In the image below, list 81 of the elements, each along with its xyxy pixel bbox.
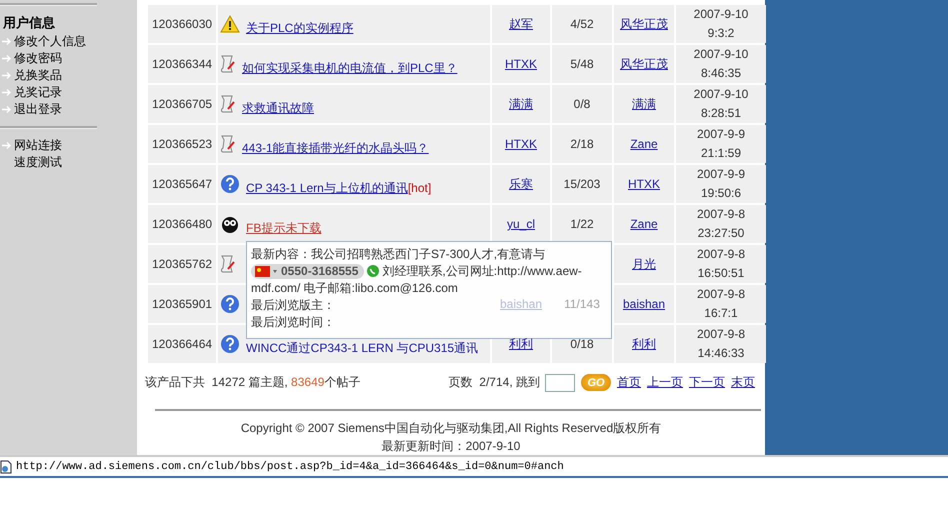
reply-count: 5/48 — [570, 57, 594, 71]
reply-count: 2/18 — [570, 137, 594, 151]
last-poster-link[interactable]: 风华正茂 — [620, 56, 668, 72]
topic-id: 120366344 — [151, 57, 212, 71]
author-link[interactable]: 赵军 — [509, 16, 533, 32]
author-link[interactable]: 乐寒 — [509, 176, 533, 192]
update-date: 最新更新时间：2007-9-10 — [382, 438, 520, 455]
tooltip-label: 最后浏览版主： — [251, 297, 335, 313]
post-date: 2007-9-8 16:50:51 — [696, 246, 746, 282]
owl-icon — [220, 214, 240, 234]
topic-link[interactable]: CP 343-1 Lern与上位机的通讯 — [246, 180, 408, 196]
last-poster-link[interactable]: Zane — [630, 217, 658, 231]
post-date: 2007-9-9 19:50:6 — [696, 166, 746, 202]
flag-icon — [255, 266, 277, 276]
reply-count: 4/52 — [570, 17, 594, 31]
topic-link[interactable]: 关于PLC的实例程序 — [246, 20, 354, 36]
phone-icon — [367, 265, 380, 277]
sidebar-item[interactable]: 兑奖记录 — [14, 84, 62, 101]
topic-summary: 该产品下共 14272 篇主题, 83649个帖子 — [145, 374, 360, 392]
topic-id: 120365647 — [151, 177, 212, 191]
last-poster-link[interactable]: Zane — [630, 137, 658, 151]
last-poster-link[interactable]: HTXK — [628, 177, 660, 191]
tooltip-label: 最后浏览时间： — [251, 314, 335, 330]
sidebar-item[interactable]: 网站连接 — [14, 137, 62, 154]
author-link[interactable]: HTXK — [504, 137, 537, 151]
author-link[interactable]: yu_cl — [506, 217, 535, 231]
pager-link[interactable]: 末页 — [731, 374, 755, 392]
tooltip-text: 最新内容：我公司招聘熟悉西门子S7-300人才,有意请与 — [251, 246, 546, 262]
question-icon — [220, 334, 240, 354]
post-date: 2007-9-8 16:7:1 — [696, 286, 746, 322]
pager-link[interactable]: 上一页 — [647, 374, 683, 392]
topic-id: 120365901 — [151, 297, 212, 311]
author-link[interactable]: HTXK — [504, 57, 537, 71]
tooltip-text: mdf.com/ 电子邮箱:libo.com@126.com — [251, 280, 458, 296]
topic-link[interactable]: 如何实现采集电机的电流值，到PLC里？ — [242, 60, 458, 76]
question-icon — [220, 294, 240, 314]
reply-count: 0/8 — [574, 97, 590, 111]
warning-icon — [220, 15, 240, 33]
author-link[interactable]: 满满 — [509, 96, 533, 112]
sidebar-heading: 用户信息 — [2, 14, 56, 32]
reply-count: 1/22 — [570, 217, 594, 231]
last-poster-link[interactable]: 月光 — [632, 256, 656, 272]
topic-id: 120366030 — [151, 17, 212, 31]
last-poster-link[interactable]: 满满 — [632, 96, 656, 112]
topic-link[interactable]: 443-1能直接插带光纤的水晶头吗？ — [242, 140, 429, 156]
sidebar-item[interactable]: 修改密码 — [14, 50, 62, 67]
topic-id: 120366523 — [151, 137, 212, 151]
topic-id: 120366480 — [151, 217, 212, 231]
page-info: 页数 2/714, 跳到 — [448, 374, 540, 392]
post-date: 2007-9-8 23:27:50 — [696, 206, 746, 242]
pager-link[interactable]: 首页 — [617, 374, 641, 392]
last-poster-link[interactable]: baishan — [622, 297, 666, 311]
pager-link[interactable]: 下一页 — [689, 374, 725, 392]
last-poster-link[interactable]: 利利 — [632, 336, 656, 352]
reply-count: 11/143 — [564, 297, 600, 311]
copyright-text: Copyright © 2007 Siemens中国自动化与驱动集团,All Rights Reserved版权所有 — [240, 420, 662, 437]
status-url: http://www.ad.siemens.com.cn/club/bbs/post.asp?b_id=4&a_id=366464&s_id=0&num=0#anch — [16, 460, 564, 472]
sidebar-item[interactable]: 退出登录 — [14, 101, 62, 118]
page-input[interactable] — [545, 374, 575, 392]
reply-count: 15/203 — [564, 177, 600, 191]
post-date: 2007-9-8 14:46:33 — [696, 326, 746, 362]
topic-link[interactable]: FB提示未下载 — [246, 220, 322, 236]
post-date: 2007-9-10 9:3:2 — [694, 6, 748, 42]
tooltip-text: 刘经理联系,公司网址:http://www.aew- — [382, 263, 582, 279]
question-icon — [220, 174, 240, 194]
post-date: 2007-9-9 21:1:59 — [696, 126, 746, 162]
sidebar-item[interactable]: 兑换奖品 — [14, 67, 62, 84]
sidebar-item[interactable]: 修改个人信息 — [14, 33, 86, 50]
reply-count: 0/18 — [570, 337, 594, 351]
phone-badge: 0550-3168555 — [251, 264, 364, 278]
author-link[interactable]: 利利 — [509, 336, 533, 352]
post-date: 2007-9-10 8:46:35 — [694, 46, 748, 82]
topic-link[interactable]: 求救通讯故障 — [242, 100, 314, 116]
topic-id: 120366705 — [151, 97, 212, 111]
topic-id: 120365762 — [151, 257, 212, 271]
sidebar-item[interactable]: 速度测试 — [14, 154, 62, 171]
topic-link[interactable]: WINCC通过CP343-1 LERN 与CPU315通讯 — [246, 340, 478, 356]
last-poster-link[interactable]: 风华正茂 — [620, 16, 668, 32]
hot-tag: [hot] — [408, 181, 432, 195]
topic-id: 120366464 — [151, 337, 212, 351]
post-date: 2007-9-10 8:28:51 — [694, 86, 748, 122]
